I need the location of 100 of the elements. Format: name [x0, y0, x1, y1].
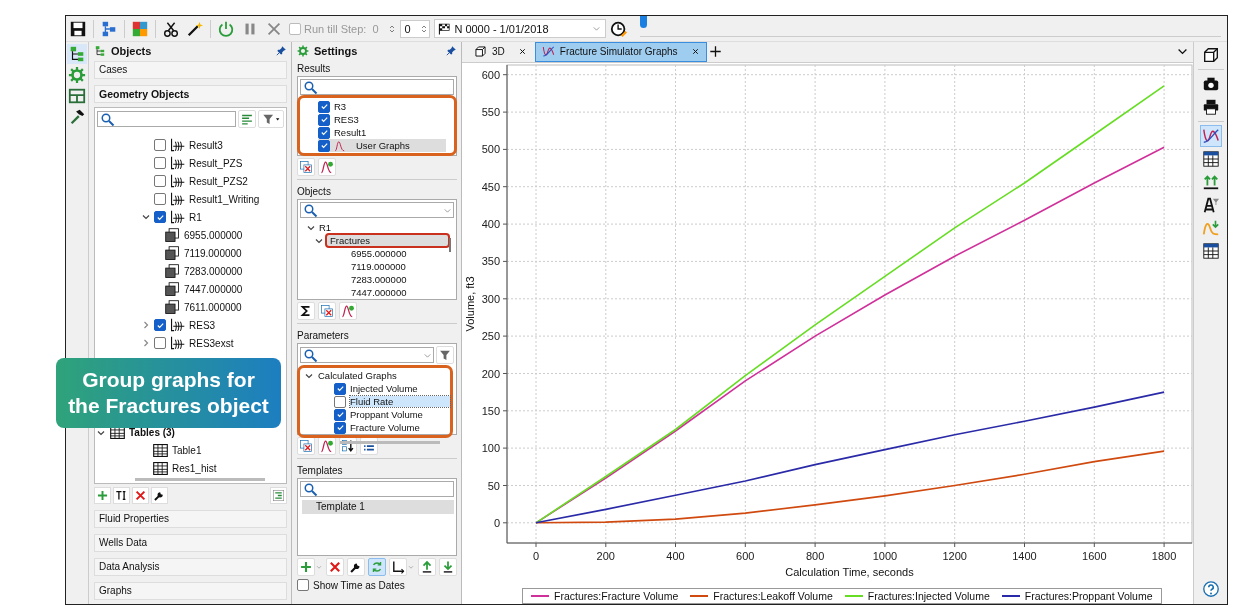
section-header[interactable]: Geometry Objects [94, 85, 287, 104]
pin-icon[interactable] [275, 44, 287, 57]
add-icon[interactable] [297, 557, 315, 576]
x-tick-label: 1800 [1151, 549, 1177, 562]
checkbox[interactable] [318, 139, 330, 152]
tree-item[interactable]: Fluid Rate [350, 396, 450, 407]
tree-item[interactable]: 7447.000000 [351, 287, 448, 298]
checkbox[interactable] [297, 579, 309, 591]
coil-icon [169, 154, 186, 172]
checkbox[interactable] [334, 382, 346, 395]
tree-item[interactable]: Fractures [327, 235, 448, 246]
checkbox[interactable] [318, 113, 330, 126]
tree-item[interactable]: Tables (3) [129, 427, 175, 439]
tree-item[interactable]: RES3exst [189, 337, 234, 349]
x-tick-label: 1000 [872, 549, 898, 562]
legend-label: Fractures:Fracture Volume [554, 590, 679, 602]
sum-icon[interactable] [297, 301, 315, 320]
graph-icon[interactable] [1199, 125, 1222, 147]
add-graph-icon[interactable] [318, 157, 336, 176]
date-dropdown[interactable]: N 0000 - 1/01/2018 [434, 19, 607, 38]
tree-item[interactable]: 6955.000000 [351, 248, 448, 259]
tree-item[interactable]: 7283.000000 [351, 274, 448, 285]
search-icon [303, 79, 318, 95]
tree-item[interactable]: 7119.000000 [351, 261, 448, 272]
tree-item[interactable]: Injected Volume [350, 383, 450, 394]
tab[interactable]: 3D [468, 42, 533, 62]
tree-item[interactable]: Result_PZS [189, 157, 243, 169]
y-tick-label: 150 [481, 404, 500, 417]
tree-icon[interactable] [67, 44, 87, 64]
checkbox[interactable] [318, 126, 330, 139]
pin-icon[interactable] [445, 45, 457, 57]
tree-item[interactable]: R1 [319, 222, 448, 233]
tree-item[interactable]: R1 [189, 211, 202, 223]
search-field[interactable] [300, 79, 454, 95]
tree-item[interactable]: Result_PZS2 [189, 175, 248, 187]
coil-icon [169, 208, 186, 226]
checkbox[interactable] [154, 319, 166, 332]
checkbox[interactable] [154, 157, 166, 170]
checkbox[interactable] [334, 421, 346, 434]
layout-icon[interactable] [67, 86, 87, 106]
checkbox[interactable] [334, 395, 346, 408]
tree-item[interactable]: Fracture Volume [350, 422, 450, 433]
clear-icon[interactable] [318, 301, 336, 320]
add-tab-icon[interactable] [708, 45, 722, 59]
section-header[interactable]: Fluid Properties [94, 510, 287, 528]
y-tick-label: 600 [481, 68, 500, 81]
rename-icon[interactable] [113, 486, 130, 504]
tree-item[interactable]: 7447.000000 [184, 283, 243, 295]
wrench-icon[interactable] [151, 486, 168, 504]
upload-icon[interactable] [418, 557, 436, 576]
checkbox[interactable] [154, 139, 166, 152]
sort-icon[interactable] [238, 110, 256, 129]
tree-item[interactable]: Res1_hist [172, 463, 217, 475]
clear-icon[interactable] [297, 157, 315, 176]
search-field[interactable] [300, 481, 454, 497]
section-header[interactable]: Cases [94, 61, 287, 80]
search-field[interactable] [97, 111, 236, 128]
y-axis-title: Volume, ft3 [464, 276, 476, 332]
tree-item[interactable]: 7283.000000 [184, 265, 243, 277]
tree-item[interactable]: RES3 [189, 319, 216, 331]
list-item[interactable]: R3 [334, 101, 347, 112]
delete-icon[interactable] [132, 486, 149, 504]
add-graph-icon[interactable] [339, 301, 357, 320]
section-header[interactable]: Wells Data [94, 534, 287, 552]
tree-item[interactable]: Calculated Graphs [318, 370, 450, 381]
tree-item[interactable]: 6955.000000 [184, 229, 243, 241]
filter-dropdown[interactable] [258, 110, 284, 129]
checkbox[interactable] [334, 408, 346, 421]
wrench-icon[interactable] [347, 557, 365, 576]
list-item[interactable]: RES3 [334, 114, 359, 125]
step-spinbox[interactable]: 0 [400, 19, 431, 38]
tree-item[interactable]: Table1 [172, 445, 202, 457]
search-field[interactable] [300, 347, 434, 363]
delete-icon[interactable] [326, 557, 344, 576]
timeline-handle[interactable] [640, 16, 648, 28]
section-header[interactable]: Graphs [94, 582, 287, 600]
section-header[interactable]: Data Analysis [94, 558, 287, 576]
search-icon [100, 111, 115, 127]
checkbox[interactable] [154, 337, 166, 350]
tree-item[interactable]: Proppant Volume [350, 409, 450, 420]
search-field[interactable] [300, 202, 454, 218]
x-tick-label: 0 [532, 549, 540, 562]
list-item[interactable]: Template 1 [302, 500, 454, 514]
checkbox[interactable] [154, 193, 166, 206]
axes-icon[interactable] [389, 557, 407, 576]
checkbox[interactable] [154, 175, 166, 188]
tree-item[interactable]: 7611.000000 [184, 301, 242, 313]
close-icon[interactable] [690, 47, 700, 57]
download-icon[interactable] [439, 557, 457, 576]
tree-item[interactable]: Result1_Writing [189, 193, 260, 205]
layer-icon [164, 226, 181, 244]
filter-icon[interactable] [436, 346, 454, 364]
tree-item[interactable]: 7119.000000 [184, 247, 242, 259]
checkbox[interactable] [154, 211, 166, 224]
tree-item[interactable]: Result3 [189, 139, 223, 151]
list-item[interactable]: Result1 [334, 127, 367, 138]
clear-icon[interactable] [297, 436, 315, 455]
close-icon[interactable] [517, 47, 527, 57]
tab[interactable]: Fracture Simulator Graphs [534, 42, 707, 62]
checkbox[interactable] [318, 100, 330, 113]
